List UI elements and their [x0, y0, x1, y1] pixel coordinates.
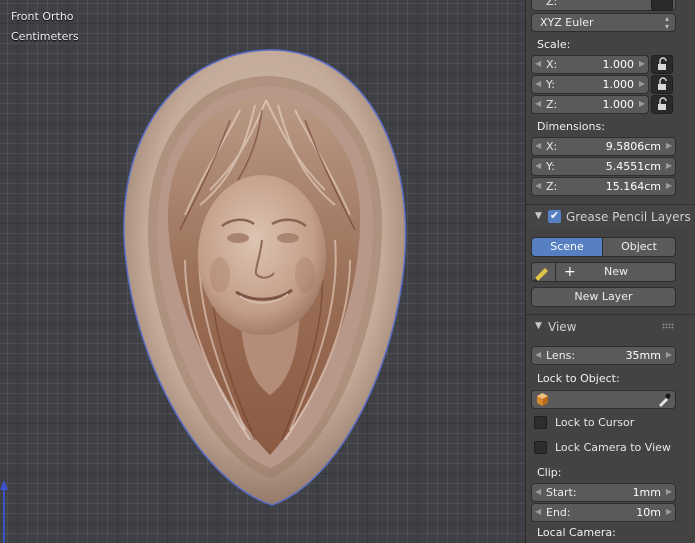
grease-pencil-title: Grease Pencil Layers [566, 210, 691, 224]
clip-label: Clip: [537, 466, 562, 479]
lens-field[interactable]: ◀ Lens: 35mm ▶ [531, 346, 676, 365]
increment-arrow-icon[interactable]: ▶ [639, 99, 645, 108]
decrement-arrow-icon[interactable]: ◀ [535, 181, 541, 190]
new-grease-pencil-button[interactable]: + New [556, 262, 676, 282]
scale-x-field[interactable]: ◀ X: 1.000 ▶ [531, 55, 649, 74]
updown-arrows-icon: ▴ ▾ [664, 14, 669, 31]
new-layer-button[interactable]: New Layer [531, 287, 676, 307]
clip-end-field[interactable]: ◀ End: 10m ▶ [531, 503, 676, 522]
scale-y-field[interactable]: ◀ Y: 1.000 ▶ [531, 75, 649, 94]
decrement-arrow-icon[interactable]: ◀ [535, 99, 541, 108]
decrement-arrow-icon[interactable]: ◀ [535, 487, 541, 496]
dimensions-label: Dimensions: [537, 120, 605, 133]
lock-scale-x-button[interactable] [651, 55, 673, 74]
dimensions-x-field[interactable]: ◀ X: 9.5806cm ▶ [531, 137, 676, 156]
properties-panel: Z: 0 XYZ Euler ▴▾ Scale: ◀ X: 1.000 ▶ ◀ … [525, 0, 695, 543]
checkmark-icon[interactable]: ✔ [548, 210, 561, 223]
lock-scale-z-button[interactable] [651, 95, 673, 114]
lock-scale-y-button[interactable] [651, 75, 673, 94]
grease-pencil-panel-header[interactable]: ▼ ✔ Grease Pencil Layers [526, 204, 695, 229]
decrement-arrow-icon[interactable]: ◀ [535, 507, 541, 516]
increment-arrow-icon[interactable]: ▶ [666, 161, 672, 170]
dimensions-y-field[interactable]: ◀ Y: 5.4551cm ▶ [531, 157, 676, 176]
clip-start-field[interactable]: ◀ Start: 1mm ▶ [531, 483, 676, 502]
lock-to-object-field[interactable] [531, 390, 676, 409]
lock-to-cursor-checkbox[interactable] [534, 416, 547, 429]
sculpt-mesh[interactable] [0, 0, 525, 543]
increment-arrow-icon[interactable]: ▶ [666, 487, 672, 496]
scale-label: Scale: [537, 38, 571, 51]
lock-rotation-z-button[interactable] [651, 0, 673, 11]
lock-to-object-label: Lock to Object: [537, 372, 620, 385]
decrement-arrow-icon[interactable]: ◀ [535, 161, 541, 170]
view-title: View [548, 320, 577, 334]
grease-pencil-browse-button[interactable] [531, 262, 556, 282]
drag-handle-icon[interactable] [662, 323, 674, 329]
decrement-arrow-icon[interactable]: ◀ [535, 350, 541, 359]
units-label: Centimeters [11, 30, 79, 43]
dimensions-z-field[interactable]: ◀ Z: 15.164cm ▶ [531, 177, 676, 196]
eyedropper-icon[interactable] [657, 392, 671, 407]
increment-arrow-icon[interactable]: ▶ [666, 141, 672, 150]
increment-arrow-icon[interactable]: ▶ [666, 350, 672, 359]
view-name-label: Front Ortho [11, 10, 74, 23]
pencil-icon [534, 268, 548, 281]
collapse-triangle-icon[interactable]: ▼ [535, 321, 547, 331]
tab-scene[interactable]: Scene [531, 237, 603, 257]
lock-icon [658, 57, 667, 70]
decrement-arrow-icon[interactable]: ◀ [535, 59, 541, 68]
3d-viewport[interactable]: Front Ortho Centimeters [0, 0, 525, 543]
scale-z-field[interactable]: ◀ Z: 1.000 ▶ [531, 95, 649, 114]
increment-arrow-icon[interactable]: ▶ [666, 181, 672, 190]
lock-camera-to-view-checkbox[interactable] [534, 441, 547, 454]
increment-arrow-icon[interactable]: ▶ [666, 507, 672, 516]
grease-pencil-source-tabs: Scene Object [531, 237, 676, 257]
collapse-triangle-icon[interactable]: ▼ [535, 211, 547, 221]
local-camera-label: Local Camera: [537, 526, 616, 539]
decrement-arrow-icon[interactable]: ◀ [535, 79, 541, 88]
lock-icon [658, 97, 667, 110]
axis-gizmo-icon [0, 480, 8, 543]
rotation-mode-select[interactable]: XYZ Euler ▴ ▾ [531, 13, 676, 32]
lock-icon [658, 77, 667, 90]
increment-arrow-icon[interactable]: ▶ [639, 59, 645, 68]
lock-camera-to-view-label: Lock Camera to View [555, 441, 671, 454]
cube-icon [537, 393, 548, 406]
tab-object[interactable]: Object [603, 237, 676, 257]
lock-to-cursor-label: Lock to Cursor [555, 416, 635, 429]
view-panel-header[interactable]: ▼ View [526, 314, 695, 339]
decrement-arrow-icon[interactable]: ◀ [535, 141, 541, 150]
increment-arrow-icon[interactable]: ▶ [639, 79, 645, 88]
